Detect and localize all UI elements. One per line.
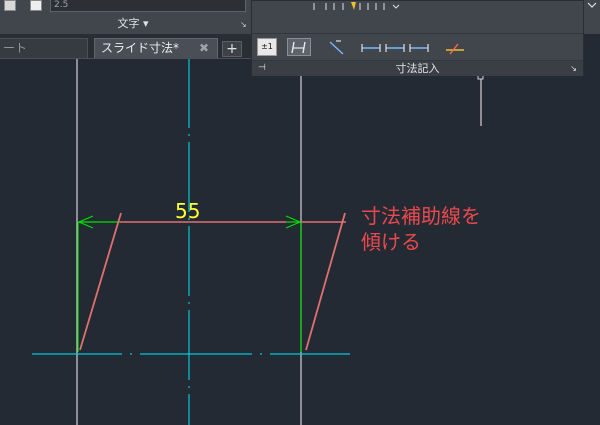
tab-start[interactable]: ート	[0, 38, 88, 58]
dim-right-icon	[409, 44, 429, 52]
dimension-style-strip[interactable]	[252, 1, 583, 33]
dialog-launcher-icon[interactable]: ↘	[570, 61, 577, 76]
text-angle-button[interactable]	[327, 38, 349, 56]
oblique-extension-left	[79, 212, 122, 351]
chevron-down-icon[interactable]	[584, 0, 600, 34]
oblique-icon	[291, 41, 306, 54]
annotation-line-1: 寸法補助線を	[361, 204, 481, 228]
tab-slide-dimension[interactable]: スライド寸法* ✖	[94, 38, 218, 58]
text-angle-icon	[329, 40, 344, 55]
ribbon-dimension-panel: ±1 ⊣ 寸法記入 ↘	[251, 0, 584, 76]
dim-justify-right-button[interactable]	[408, 38, 430, 56]
dim-left-icon	[361, 44, 381, 52]
ribbon-text-panel: 2.5 文字 ▾ ↘	[0, 0, 252, 35]
text-height-icon[interactable]	[4, 0, 16, 11]
annotation-line-2: 傾ける	[361, 230, 421, 254]
dimension-tools-row: ±1	[252, 34, 583, 60]
oblique-dimension-button[interactable]	[287, 38, 311, 56]
document-tab-bar: ート スライド寸法* ✖ +	[0, 34, 252, 59]
dialog-launcher-icon[interactable]: ↘	[240, 21, 248, 29]
oblique-extension-right	[305, 212, 346, 351]
dimension-panel-title[interactable]: ⊣ 寸法記入 ↘	[252, 60, 583, 76]
text-height-field[interactable]: 2.5	[50, 0, 246, 12]
dim-override-button[interactable]	[444, 38, 466, 56]
dim-justify-center-button[interactable]	[384, 38, 406, 56]
close-icon[interactable]: ✖	[199, 39, 209, 58]
ribbon-right-fragment	[584, 0, 600, 34]
pin-icon[interactable]: ⊣	[258, 61, 266, 76]
dim-justify-left-button[interactable]	[360, 38, 382, 56]
text-panel-title[interactable]: 文字 ▾	[0, 14, 252, 34]
new-tab-button[interactable]: +	[222, 41, 242, 57]
dimension-tools-top-row	[252, 1, 583, 34]
text-style-icon[interactable]	[30, 0, 42, 11]
dim-center-icon	[385, 44, 405, 52]
dimension-value[interactable]: 55	[175, 200, 200, 222]
annotation-text: 寸法補助線を 傾ける	[361, 203, 521, 255]
dim-override-icon	[446, 43, 464, 55]
dimension-precision-icon[interactable]: ±1	[257, 38, 277, 56]
